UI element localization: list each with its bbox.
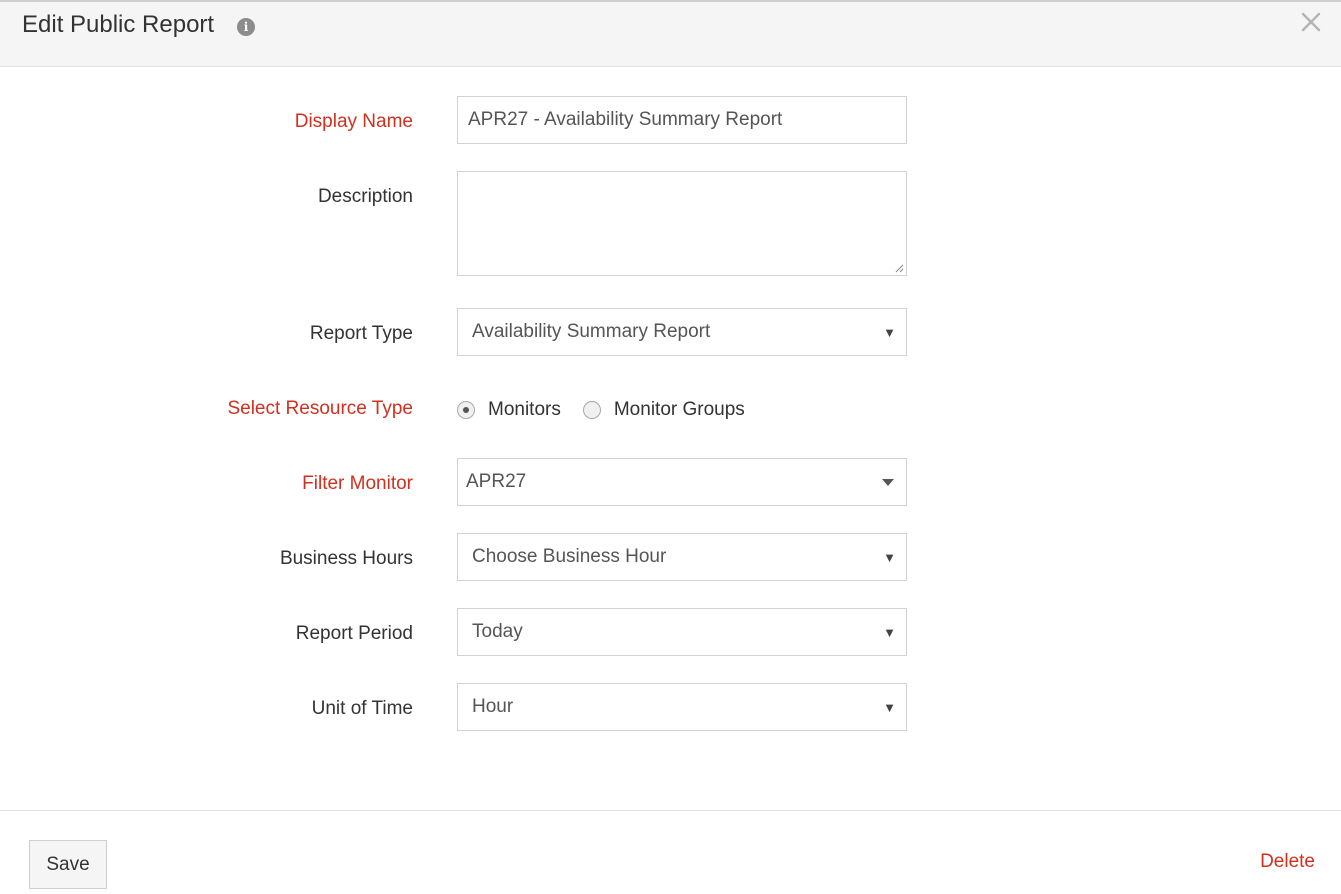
report-period-label: Report Period	[295, 623, 413, 644]
chevron-down-icon: ▼	[883, 625, 896, 640]
delete-link[interactable]: Delete	[1260, 851, 1315, 873]
footer-divider	[0, 810, 1341, 811]
resource-type-radio-group: Monitors Monitor Groups	[457, 395, 767, 425]
chevron-down-icon: ▼	[883, 550, 896, 565]
unit-of-time-label: Unit of Time	[311, 698, 413, 719]
display-name-field-box	[457, 96, 907, 144]
business-hours-value: Choose Business Hour	[472, 546, 667, 567]
unit-of-time-select[interactable]: Hour ▼	[457, 683, 907, 731]
chevron-down-icon: ▼	[883, 325, 896, 340]
description-field-box	[457, 171, 907, 276]
info-icon[interactable]: i	[237, 18, 255, 36]
modal-header: Edit Public Report i	[0, 0, 1341, 67]
display-name-label: Display Name	[294, 111, 413, 132]
business-hours-select[interactable]: Choose Business Hour ▼	[457, 533, 907, 581]
monitor-groups-radio[interactable]	[582, 401, 601, 419]
resource-type-label: Select Resource Type	[227, 398, 413, 419]
report-period-value: Today	[472, 621, 523, 642]
report-type-label: Report Type	[309, 323, 413, 344]
close-icon[interactable]	[1299, 10, 1323, 34]
unit-of-time-value: Hour	[472, 696, 514, 717]
report-type-select[interactable]: Availability Summary Report ▼	[457, 308, 907, 356]
business-hours-label: Business Hours	[279, 548, 413, 569]
report-type-value: Availability Summary Report	[472, 321, 711, 342]
filter-monitor-select[interactable]: APR27	[457, 458, 907, 506]
description-textarea[interactable]	[458, 172, 906, 275]
filter-monitor-value: APR27	[466, 471, 527, 492]
dropdown-arrow-icon	[882, 479, 894, 486]
chevron-down-icon: ▼	[883, 700, 896, 715]
monitors-radio-label[interactable]: Monitors	[488, 399, 561, 421]
display-name-input[interactable]	[458, 97, 906, 143]
monitor-groups-radio-label[interactable]: Monitor Groups	[614, 399, 745, 421]
description-label: Description	[317, 186, 413, 207]
report-period-select[interactable]: Today ▼	[457, 608, 907, 656]
resize-grip-icon[interactable]	[894, 263, 904, 273]
save-button[interactable]: Save	[29, 840, 107, 889]
modal-title: Edit Public Report	[22, 11, 215, 38]
filter-monitor-label: Filter Monitor	[302, 473, 413, 494]
monitors-radio[interactable]	[457, 401, 475, 419]
